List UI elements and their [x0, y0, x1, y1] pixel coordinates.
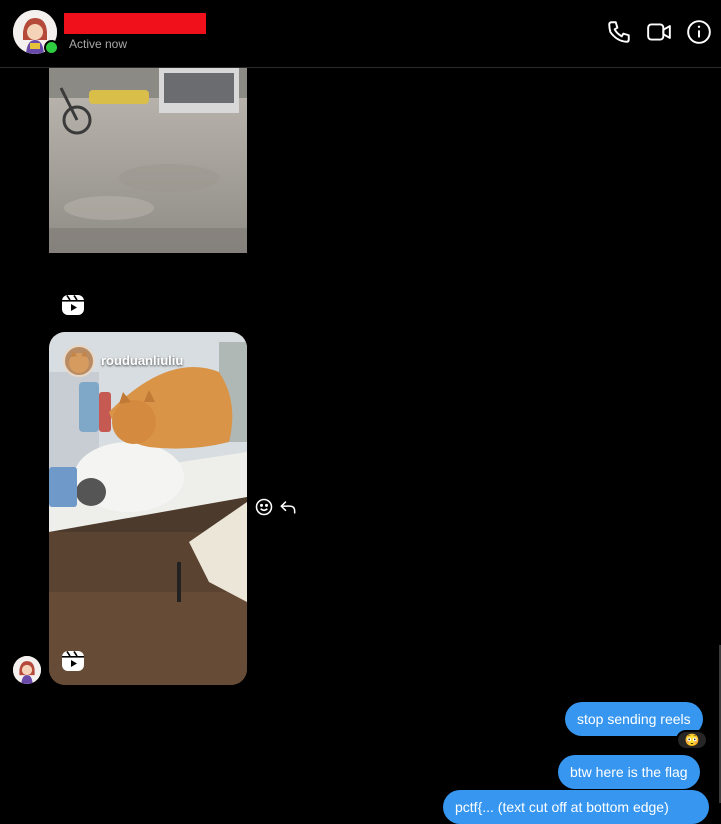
- reel-thumbnail-cat[interactable]: [49, 332, 247, 685]
- emoji-react-icon[interactable]: [254, 497, 274, 517]
- online-indicator: [44, 40, 59, 55]
- message-text: btw here is the flag: [570, 764, 688, 780]
- sender-avatar[interactable]: [13, 656, 41, 684]
- info-icon[interactable]: [686, 19, 712, 45]
- reel-thumbnail-street[interactable]: [49, 68, 247, 253]
- sent-message-bubble-partial[interactable]: pctf{... (text cut off at bottom edge): [443, 790, 709, 824]
- message-reaction[interactable]: 😳: [676, 730, 708, 750]
- active-status: Active now: [69, 37, 128, 51]
- video-camera-icon[interactable]: [646, 19, 672, 45]
- reels-icon: [62, 651, 84, 671]
- contact-name-redacted: [64, 13, 206, 34]
- message-text: stop sending reels: [577, 711, 691, 727]
- sent-message-bubble[interactable]: btw here is the flag: [558, 755, 700, 789]
- message-text: pctf{... (text cut off at bottom edge): [455, 799, 669, 815]
- reel-author-username[interactable]: rouduanliuliu: [101, 353, 183, 368]
- reaction-emoji: 😳: [684, 733, 700, 747]
- reels-icon: [62, 295, 84, 315]
- reply-icon[interactable]: [278, 497, 298, 517]
- chat-header: Active now: [0, 0, 721, 68]
- phone-icon[interactable]: [606, 19, 632, 45]
- reel-author-avatar[interactable]: [63, 345, 95, 377]
